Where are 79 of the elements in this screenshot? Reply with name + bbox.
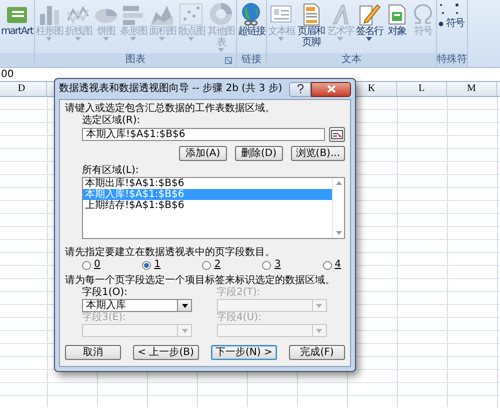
field-label: 字段4(U):: [216, 312, 262, 324]
range-button[interactable]: 浏览(B)...: [290, 146, 345, 161]
column-header: K: [368, 83, 376, 94]
close-icon: [326, 85, 336, 93]
range-picker-button[interactable]: [329, 127, 345, 142]
close-button[interactable]: [311, 82, 351, 96]
ribbon-button[interactable]: 页眉和页脚: [296, 2, 325, 48]
dropdown-arrow-icon: [182, 328, 188, 332]
prompt-text: 请先指定要建立在数据透视表中的页字段数目。: [65, 247, 276, 259]
caret-icon: [46, 37, 52, 41]
field-label: 字段3(E):: [82, 312, 127, 324]
formula-value: 00: [1, 68, 14, 80]
dropdown-field[interactable]: [216, 299, 326, 312]
radio-option[interactable]: 1: [142, 259, 161, 271]
field-label: 选定区域(R):: [82, 115, 142, 127]
caret-icon: [188, 37, 194, 41]
range-input[interactable]: 本期入库!$A$1:$B$6: [82, 128, 325, 141]
column-header: M: [467, 83, 476, 94]
dropdown-arrow-icon: [316, 304, 322, 308]
radio-button[interactable]: [82, 260, 91, 270]
dropdown-arrow-icon: [316, 328, 322, 332]
donut-chart-icon: [208, 2, 233, 26]
scatter-chart-icon: [179, 2, 204, 26]
caret-icon: [366, 37, 372, 41]
ribbon-button[interactable]: 签名行: [356, 2, 383, 41]
caret-icon: [337, 37, 344, 41]
radio-label: 0: [94, 259, 100, 271]
field-label: 所有区域(L):: [82, 165, 140, 177]
radio-option[interactable]: 3: [262, 259, 281, 271]
radio-label: 1: [154, 259, 161, 271]
range-button[interactable]: 添加(A): [178, 146, 227, 161]
dropdown-field[interactable]: [216, 324, 326, 337]
radio-label: 2: [214, 259, 221, 271]
window-title: 数据透视表和数据透视图向导 -- 步骤 2b (共 3 步): [59, 83, 282, 95]
help-button[interactable]: [289, 82, 311, 96]
dialog-button[interactable]: 取消: [65, 345, 121, 360]
group-label: 特殊符: [436, 54, 467, 66]
group-label: 链接: [241, 54, 262, 66]
radio-button[interactable]: [262, 260, 272, 270]
field-label: 字段1(O):: [82, 287, 128, 299]
caret-icon: [130, 37, 136, 41]
group-label: 图表: [125, 54, 146, 66]
caret-icon: [278, 37, 284, 41]
prompt-text: 请为每一个页字段选定一个项目标签来标识选定的数据区域。: [65, 275, 336, 286]
range-button[interactable]: 删除(D): [234, 146, 283, 161]
list-item[interactable]: 本期出库!$A$1:$B$6: [83, 178, 332, 189]
list-item[interactable]: 上期结存!$A$1:$B$6: [83, 200, 332, 211]
radio-button[interactable]: [142, 260, 152, 270]
bullet-icon: [438, 20, 444, 26]
range-picker-icon: [331, 130, 343, 139]
radio-option[interactable]: 0: [82, 259, 100, 271]
group-label: 文本: [341, 54, 362, 66]
dropdown-field[interactable]: 本期入库: [82, 299, 192, 312]
ribbon-button[interactable]: 对象: [384, 2, 409, 37]
dialog-button[interactable]: 下一步(N) >: [210, 345, 278, 360]
dialog-button[interactable]: < 上一步(B): [132, 345, 199, 360]
scroll-up-icon: [336, 181, 342, 185]
ribbon-button[interactable]: martArt: [1, 2, 33, 37]
radio-button[interactable]: [322, 260, 332, 270]
ribbon-button[interactable]: 符号: [438, 18, 464, 29]
radio-option[interactable]: 4: [322, 259, 341, 271]
ribbon-button[interactable]: 超链接: [238, 2, 265, 37]
dropdown-arrow-icon: [182, 304, 188, 308]
help-icon: [296, 84, 304, 94]
radio-option[interactable]: 2: [202, 259, 221, 271]
dropdown-field[interactable]: [82, 324, 192, 337]
scroll-down-icon: [336, 231, 342, 235]
caret-icon: [102, 37, 109, 41]
radio-label: 3: [274, 259, 281, 271]
caret-icon: [159, 37, 166, 41]
prompt-text: 请键入或选定包含汇总数据的工作表数据区域。: [65, 103, 276, 114]
pencil-page-icon: [357, 2, 382, 26]
caret-icon: [75, 37, 82, 41]
radio-button[interactable]: [202, 260, 212, 270]
dialog-button[interactable]: 完成(F): [289, 345, 345, 360]
column-header: L: [418, 83, 425, 94]
radio-label: 4: [334, 259, 341, 271]
field-label: 字段2(T):: [216, 287, 262, 299]
column-header: D: [18, 83, 26, 94]
